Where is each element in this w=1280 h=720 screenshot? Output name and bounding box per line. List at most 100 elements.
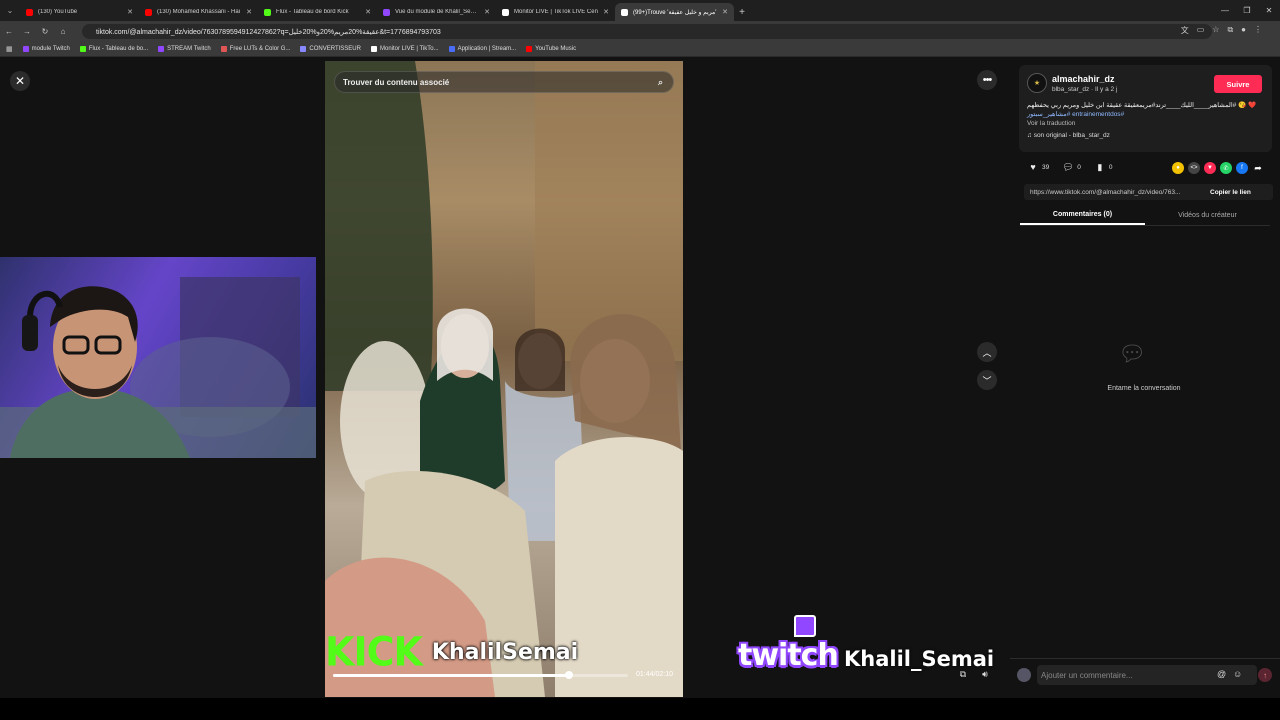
sound-link[interactable]: ♫ son original - blba_star_dz [1027, 132, 1110, 139]
facebook-icon[interactable]: f [1236, 162, 1248, 174]
bookmark-item[interactable]: module Twitch [22, 46, 70, 52]
back-icon[interactable]: ← [0, 27, 18, 36]
tab-close-icon[interactable]: ✕ [484, 8, 490, 16]
webcam-overlay [0, 257, 316, 458]
volume-icon[interactable]: 🔊︎ [978, 667, 992, 681]
bookmark-item[interactable]: Flux - Tableau de bo... [79, 46, 148, 52]
avatar [1017, 668, 1031, 682]
video-description: ❤️ 😘 #المشاهير____الليك____ترند#مريمعقيق… [1027, 101, 1263, 119]
browser-tab[interactable]: (130) YouTube ✕ [20, 3, 139, 21]
home-icon[interactable]: ⌂ [54, 27, 72, 36]
action-bar: ♥ 39 💬︎ 0 ▮ 0 [1028, 162, 1122, 173]
tab-creator-videos[interactable]: Vidéos du créateur [1145, 206, 1270, 225]
translate-link[interactable]: Voir la traduction [1027, 120, 1075, 127]
tiktok-video-page: ✕ Trouver du contenu associé ⌕ 01:44/02:… [0, 58, 1280, 698]
more-options-icon[interactable]: ••• [977, 70, 997, 90]
tab-favicon-icon [502, 8, 509, 16]
bookmark-item[interactable]: Free LUTs & Color G... [220, 46, 290, 52]
bookmarks-bar: ▦ module Twitch Flux - Tableau de bo... ST… [0, 42, 1280, 57]
maximize-icon[interactable]: ❐ [1236, 0, 1258, 21]
bookmark-item[interactable]: STREAM Twitch [158, 46, 211, 52]
video-timecode: 01:44/02:10 [636, 671, 673, 678]
description-hashtags[interactable]: #entrainementdos #مشاهير_سبتور [1027, 111, 1124, 118]
player-controls: ⧉ 🔊︎ [956, 667, 992, 681]
follow-button[interactable]: Suivre [1214, 75, 1262, 93]
gift-icon[interactable]: ● [1172, 162, 1184, 174]
close-window-icon[interactable]: ✕ [1258, 0, 1280, 21]
apps-icon[interactable]: ▦ [6, 45, 13, 53]
comment-icon[interactable]: 💬︎ [1063, 162, 1074, 172]
tab-search-icon[interactable]: ⌄ [0, 0, 20, 21]
profile-icon[interactable]: ● [1241, 25, 1246, 36]
twitch-glitch-icon [794, 615, 816, 637]
author-name[interactable]: almachahir_dz [1052, 74, 1115, 84]
menu-icon[interactable]: ⋮ [1254, 25, 1262, 36]
close-icon[interactable]: ✕ [10, 71, 30, 91]
reload-icon[interactable]: ↻ [36, 27, 54, 36]
tab-close-icon[interactable]: ✕ [365, 8, 371, 16]
sound-label: son original - blba_star_dz [1033, 132, 1110, 139]
tab-title: Vue du module de Khalil_Semai [395, 9, 481, 15]
tab-favicon-icon [621, 8, 628, 16]
share-icon[interactable]: ➦ [1252, 162, 1264, 174]
bookmark-item[interactable]: YouTube Music [526, 46, 576, 52]
browser-tab[interactable]: Flux - Tableau de bord Kick ✕ [258, 3, 377, 21]
tab-favicon-icon [145, 8, 152, 16]
heart-icon[interactable]: ♥ [1028, 162, 1038, 172]
tab-comments[interactable]: Commentaires (0) [1020, 206, 1145, 225]
bookmark-item[interactable]: Application | Stream... [448, 46, 516, 52]
video-link[interactable]: https://www.tiktok.com/@almachahir_dz/vi… [1024, 189, 1204, 196]
share-icons: ● <> ▼ ✆ f ➦ [1172, 162, 1264, 174]
emoji-icon[interactable]: ☺ [1233, 669, 1242, 679]
forward-icon[interactable]: → [18, 27, 36, 36]
twitch-logo-text: twitch [738, 638, 839, 673]
chevron-up-icon[interactable]: ︿ [977, 342, 997, 362]
kick-username: KhalilSemai [431, 639, 579, 665]
bookmark-label: module Twitch [31, 46, 70, 52]
translate-icon[interactable]: 文 [1181, 25, 1189, 36]
bookmark-favicon-icon [220, 46, 227, 52]
bookmark-item[interactable]: Monitor LIVE | TikTo... [370, 46, 439, 52]
author-card: ★ almachahir_dz blba_star_dz · Il y a 2 … [1019, 65, 1272, 152]
url-field[interactable]: tiktok.com/@almachahir_dz/video/76307895… [82, 24, 1212, 39]
star-icon[interactable]: ☆ [1212, 25, 1219, 36]
mention-icon[interactable]: @ [1217, 669, 1226, 679]
tab-close-icon[interactable]: ✕ [127, 8, 133, 16]
comment-bar: @ ☺ ↑ [1010, 658, 1280, 698]
tab-close-icon[interactable]: ✕ [722, 8, 728, 16]
avatar[interactable]: ★ [1027, 73, 1047, 93]
search-icon[interactable]: ⌕ [658, 77, 663, 88]
bookmark-item[interactable]: CONVERTISSEUR [300, 46, 361, 52]
tab-title: (99+)Trouve 'مريم و خليل عقيقة' [633, 9, 717, 16]
new-tab-button[interactable]: + [734, 3, 750, 21]
chevron-down-icon[interactable]: ﹀ [977, 370, 997, 390]
cast-icon[interactable]: ▭ [1197, 25, 1205, 36]
browser-tab[interactable]: (130) Mohamed Khassani - Hai ✕ [139, 3, 258, 21]
bookmark-icon[interactable]: ▮ [1095, 162, 1105, 172]
video-player[interactable]: Trouver du contenu associé ⌕ 01:44/02:10 [325, 61, 683, 697]
tab-favicon-icon [26, 8, 33, 16]
kick-overlay: KICK KhalilSemai [325, 632, 579, 672]
sidebar-tabs: Commentaires (0) Vidéos du créateur [1020, 206, 1270, 226]
tab-close-icon[interactable]: ✕ [603, 8, 609, 16]
tab-close-icon[interactable]: ✕ [246, 8, 252, 16]
embed-icon[interactable]: <> [1188, 162, 1200, 174]
related-search-field[interactable]: Trouver du contenu associé ⌕ [334, 71, 674, 93]
video-sidebar: ★ almachahir_dz blba_star_dz · Il y a 2 … [1010, 58, 1280, 698]
browser-tab[interactable]: (99+)Trouve 'مريم و خليل عقيقة' ✕ [615, 3, 734, 21]
browser-tab[interactable]: Vue du module de Khalil_Semai ✕ [377, 3, 496, 21]
copy-link-button[interactable]: Copier le lien [1210, 189, 1251, 196]
tab-favicon-icon [264, 8, 271, 16]
browser-tab[interactable]: Monitor LIVE | TikTok LIVE Cen ✕ [496, 3, 615, 21]
send-comment-icon[interactable]: ↑ [1258, 668, 1272, 682]
empty-comments-text: Entame la conversation [1107, 385, 1181, 392]
miniplayer-icon[interactable]: ⧉ [956, 667, 970, 681]
progress-knob[interactable] [565, 671, 573, 679]
author-subtitle: blba_star_dz · Il y a 2 j [1052, 86, 1118, 93]
whatsapp-icon[interactable]: ✆ [1220, 162, 1232, 174]
send-icon[interactable]: ▼ [1204, 162, 1216, 174]
bookmark-favicon-icon [370, 46, 377, 52]
browser-tab-bar: ⌄ (130) YouTube ✕ (130) Mohamed Khassani -… [0, 0, 1280, 21]
extensions-icon[interactable]: ⧉ [1227, 25, 1233, 36]
minimize-icon[interactable]: — [1214, 0, 1236, 21]
